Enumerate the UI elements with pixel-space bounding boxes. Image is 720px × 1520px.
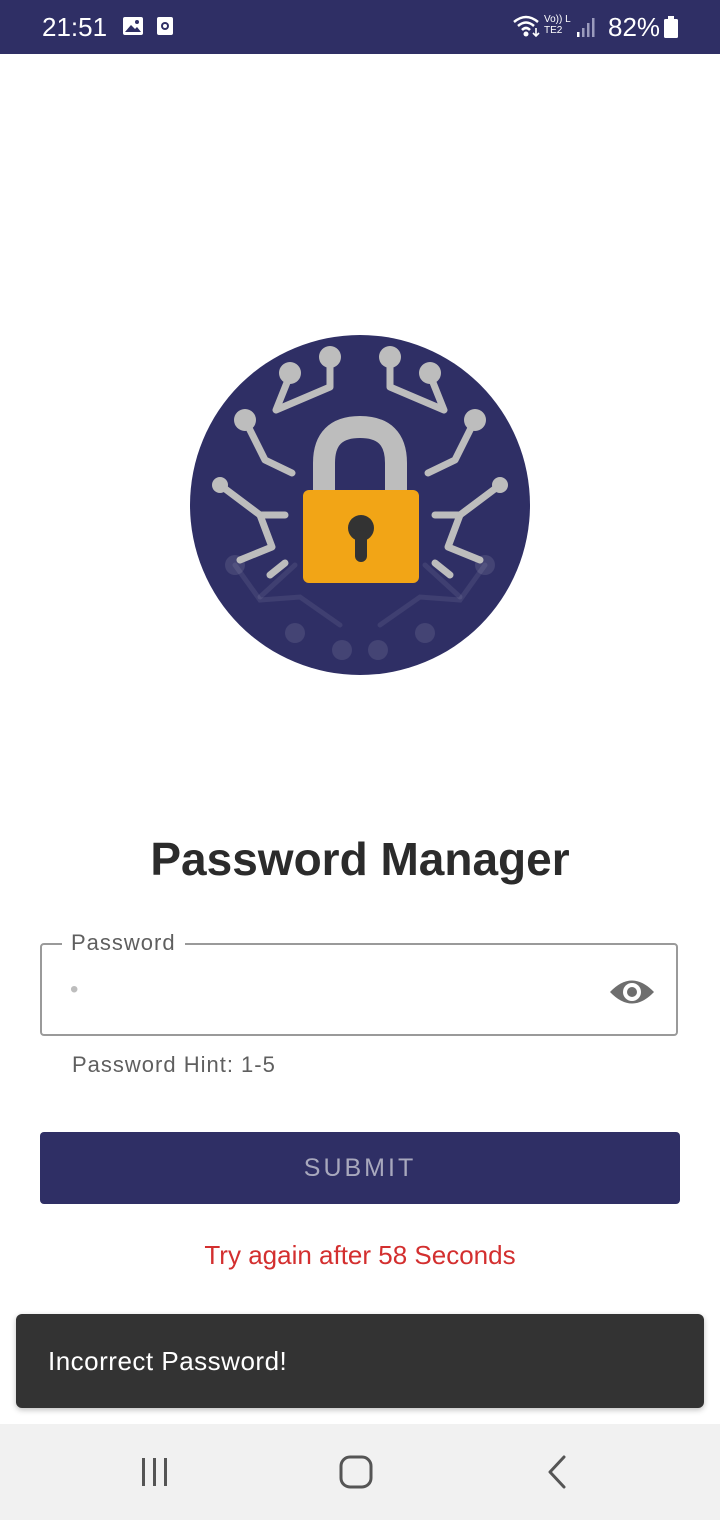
battery-icon (664, 16, 678, 38)
circuit-padlock-logo (190, 335, 530, 675)
battery-percent: 82% (608, 12, 661, 42)
network-label: Vo)) LTE2 (544, 14, 571, 36)
password-hint: Password Hint: 1-5 (72, 1052, 276, 1077)
gallery-icon (123, 17, 143, 35)
navigation-bar (0, 1424, 720, 1520)
password-field-label: Password (62, 930, 185, 956)
retry-message: Try again after 58 Seconds (204, 1240, 516, 1270)
screen-record-icon (157, 17, 173, 35)
recents-icon[interactable] (135, 1452, 175, 1492)
wifi-icon (513, 15, 540, 38)
back-icon[interactable] (538, 1452, 578, 1492)
password-field[interactable]: Password (40, 930, 678, 1036)
status-time: 21:51 (42, 12, 108, 42)
submit-button[interactable]: SUBMIT (40, 1132, 680, 1204)
status-bar: 21:51 Vo)) LTE2 82% (0, 0, 720, 54)
snackbar-message: Incorrect Password! (48, 1346, 288, 1376)
password-input[interactable] (70, 961, 590, 1019)
home-icon[interactable] (336, 1452, 376, 1492)
snackbar: Incorrect Password! (16, 1314, 704, 1408)
app-title: Password Manager (150, 833, 570, 885)
eye-icon[interactable] (608, 975, 656, 1009)
signal-icon (577, 18, 595, 37)
